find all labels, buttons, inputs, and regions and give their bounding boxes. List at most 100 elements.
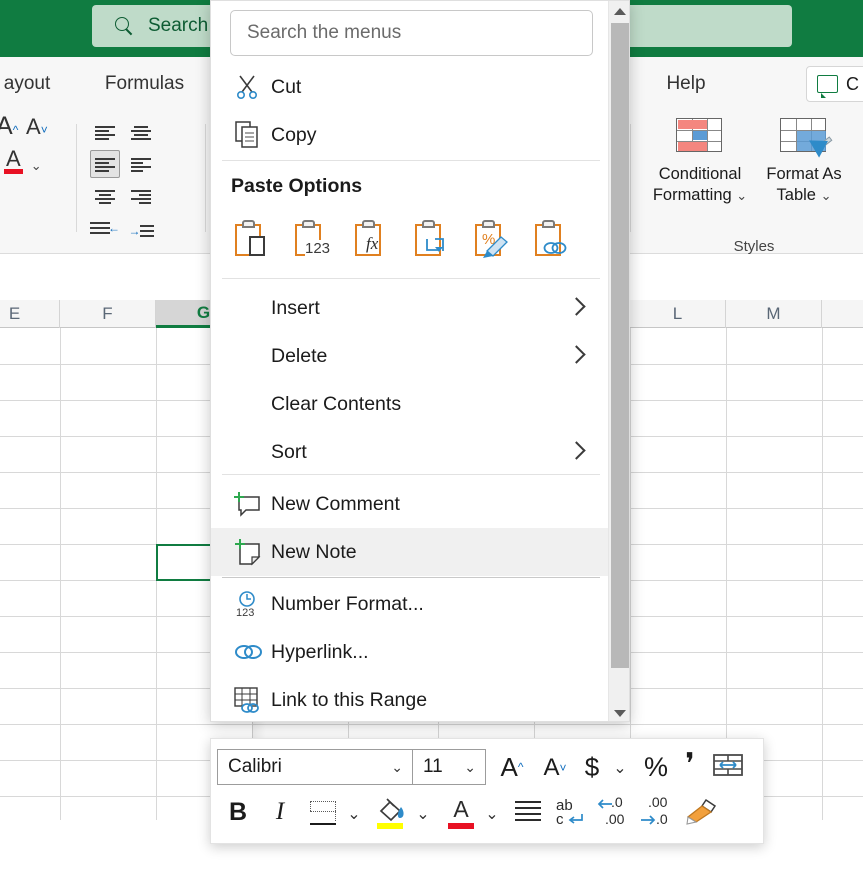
column-header-L[interactable]: L xyxy=(630,300,726,328)
paste-icon-button[interactable] xyxy=(231,214,277,262)
decrease-font-size-ribbon-button[interactable]: A˅ xyxy=(26,114,48,140)
align-middle-button[interactable] xyxy=(126,118,156,146)
align-button[interactable] xyxy=(511,797,545,829)
decrease-font-size-label: A xyxy=(543,754,560,781)
menu-item-hyperlink[interactable]: Hyperlink... xyxy=(211,628,610,676)
borders-button[interactable] xyxy=(307,797,339,829)
menu-item-new-note[interactable]: New Note xyxy=(211,528,610,576)
fill-color-button[interactable] xyxy=(375,795,409,833)
menu-scrollbar-thumb[interactable] xyxy=(611,23,629,668)
menu-item-link-to-this-range-label: Link to this Range xyxy=(271,688,428,711)
paste-values-icon: 123 xyxy=(295,220,331,257)
conditional-formatting-button[interactable]: Conditional Formatting ⌄ xyxy=(645,118,755,206)
accounting-format-button[interactable]: $ xyxy=(579,750,605,784)
menu-item-cut[interactable]: Cut xyxy=(211,63,610,111)
decrease-indent-button[interactable]: ← xyxy=(90,214,120,242)
fill-color-icon xyxy=(377,797,407,831)
font-color-dropdown[interactable]: ⌄ xyxy=(480,803,504,825)
menu-search-placeholder: Search the menus xyxy=(247,22,402,43)
chevron-down-icon[interactable]: ⌄ xyxy=(821,188,832,203)
font-color-button[interactable]: A xyxy=(444,795,478,833)
tab-page-layout[interactable]: ayout xyxy=(0,57,82,110)
menu-item-insert-label: Insert xyxy=(271,296,320,319)
comment-bubble-icon xyxy=(817,75,838,98)
font-size-combobox[interactable]: 11 ⌄ xyxy=(412,749,486,785)
increase-font-size-button[interactable]: A ^ xyxy=(494,751,530,783)
paste-link-icon-button[interactable] xyxy=(531,214,577,262)
align-top-button[interactable] xyxy=(90,118,120,146)
copy-icon xyxy=(231,120,265,150)
chevron-down-icon: ⌄ xyxy=(416,806,430,823)
paste-options-heading: Paste Options xyxy=(231,175,363,197)
mini-formatting-toolbar[interactable]: Calibri ⌄ 11 ⌄ A ^ A ˅ $ ⌄ % ❜ B I ⌄ ⌄ A… xyxy=(210,738,764,844)
cell-styles-button[interactable]: Sty xyxy=(841,118,863,185)
menu-item-delete[interactable]: Delete xyxy=(211,332,610,380)
accounting-format-dropdown[interactable]: ⌄ xyxy=(607,756,633,780)
increase-font-size-ribbon-button[interactable]: A^ xyxy=(0,112,18,141)
menu-item-new-comment[interactable]: New Comment xyxy=(211,480,610,528)
comments-button[interactable]: C xyxy=(806,66,863,102)
dollar-icon: $ xyxy=(584,751,600,782)
column-header-M[interactable]: M xyxy=(726,300,822,328)
menu-scrollbar[interactable] xyxy=(608,1,629,721)
decrease-decimal-button[interactable]: .0 .00 xyxy=(596,794,634,833)
chevron-down-icon[interactable]: ⌄ xyxy=(391,759,403,776)
chevron-down-icon: ⌄ xyxy=(347,806,361,823)
cell-context-menu[interactable]: Search the menus Cut Copy Paste Options … xyxy=(210,0,630,722)
fill-color-dropdown[interactable]: ⌄ xyxy=(411,803,435,825)
column-header-N[interactable] xyxy=(822,300,863,328)
font-color-icon: A xyxy=(447,797,475,831)
menu-item-number-format[interactable]: 123 Number Format... xyxy=(211,580,610,628)
chevron-down-icon: ⌄ xyxy=(485,806,499,823)
paste-formulas-icon-button[interactable]: fx xyxy=(351,214,397,262)
conditional-formatting-label-2: Formatting xyxy=(652,186,732,204)
comments-button-label: C xyxy=(846,73,859,94)
tab-formulas[interactable]: Formulas xyxy=(92,57,197,110)
paste-formatting-icon-button[interactable]: % xyxy=(471,214,517,262)
menu-item-clear-contents[interactable]: Clear Contents xyxy=(211,380,610,428)
chevron-down-icon[interactable]: ⌄ xyxy=(31,158,42,174)
mini-toolbar-row-2: B I ⌄ ⌄ A ⌄ ab c .0 .00 .00 .0 xyxy=(211,787,765,845)
borders-icon xyxy=(310,801,336,825)
chevron-down-icon[interactable]: ⌄ xyxy=(736,188,747,203)
column-header-F[interactable]: F xyxy=(60,300,156,328)
percent-style-button[interactable]: % xyxy=(640,750,672,784)
chevron-down-icon: ⌄ xyxy=(613,760,627,777)
menu-item-sort[interactable]: Sort xyxy=(211,428,610,476)
format-painter-icon xyxy=(684,797,718,832)
conditional-formatting-label-1: Conditional xyxy=(658,165,742,183)
conditional-formatting-icon xyxy=(676,118,724,158)
menu-item-insert[interactable]: Insert xyxy=(211,284,610,332)
align-left-button[interactable] xyxy=(126,150,156,178)
comma-style-button[interactable]: ❜ xyxy=(677,747,703,781)
caret-up-icon: ^ xyxy=(517,760,524,774)
wrap-text-button[interactable]: ab c xyxy=(551,795,589,833)
scroll-down-arrow-icon[interactable] xyxy=(609,703,629,721)
align-center-button[interactable] xyxy=(90,182,120,210)
increase-decimal-button[interactable]: .00 .0 xyxy=(639,794,677,833)
chevron-down-icon[interactable]: ⌄ xyxy=(464,759,476,776)
italic-button[interactable]: I xyxy=(263,795,297,829)
scroll-up-arrow-icon[interactable] xyxy=(609,1,629,21)
font-color-a-glyph: A xyxy=(4,148,23,174)
decrease-font-size-button[interactable]: A ˅ xyxy=(537,752,573,784)
column-header-E[interactable]: E xyxy=(0,300,60,328)
menu-item-copy[interactable]: Copy xyxy=(211,111,610,159)
merge-center-button[interactable] xyxy=(711,751,745,783)
borders-dropdown[interactable]: ⌄ xyxy=(342,803,366,825)
align-right-button[interactable] xyxy=(126,182,156,210)
align-bottom-button[interactable] xyxy=(90,150,120,178)
tab-help[interactable]: Help xyxy=(640,57,732,110)
font-color-ribbon-button[interactable]: A ⌄ xyxy=(4,148,42,174)
link-range-icon xyxy=(231,685,265,715)
increase-indent-button[interactable]: → xyxy=(126,217,156,245)
bold-button[interactable]: B xyxy=(221,795,255,829)
chevron-right-icon xyxy=(566,297,588,319)
paste-transpose-icon-button[interactable] xyxy=(411,214,457,262)
menu-item-clear-contents-label: Clear Contents xyxy=(271,392,402,415)
menu-item-link-to-this-range[interactable]: Link to this Range xyxy=(211,676,610,721)
font-name-combobox[interactable]: Calibri ⌄ xyxy=(217,749,413,785)
menu-search-input[interactable]: Search the menus xyxy=(230,10,593,56)
format-painter-button[interactable] xyxy=(683,797,719,831)
paste-values-icon-button[interactable]: 123 xyxy=(291,214,337,262)
